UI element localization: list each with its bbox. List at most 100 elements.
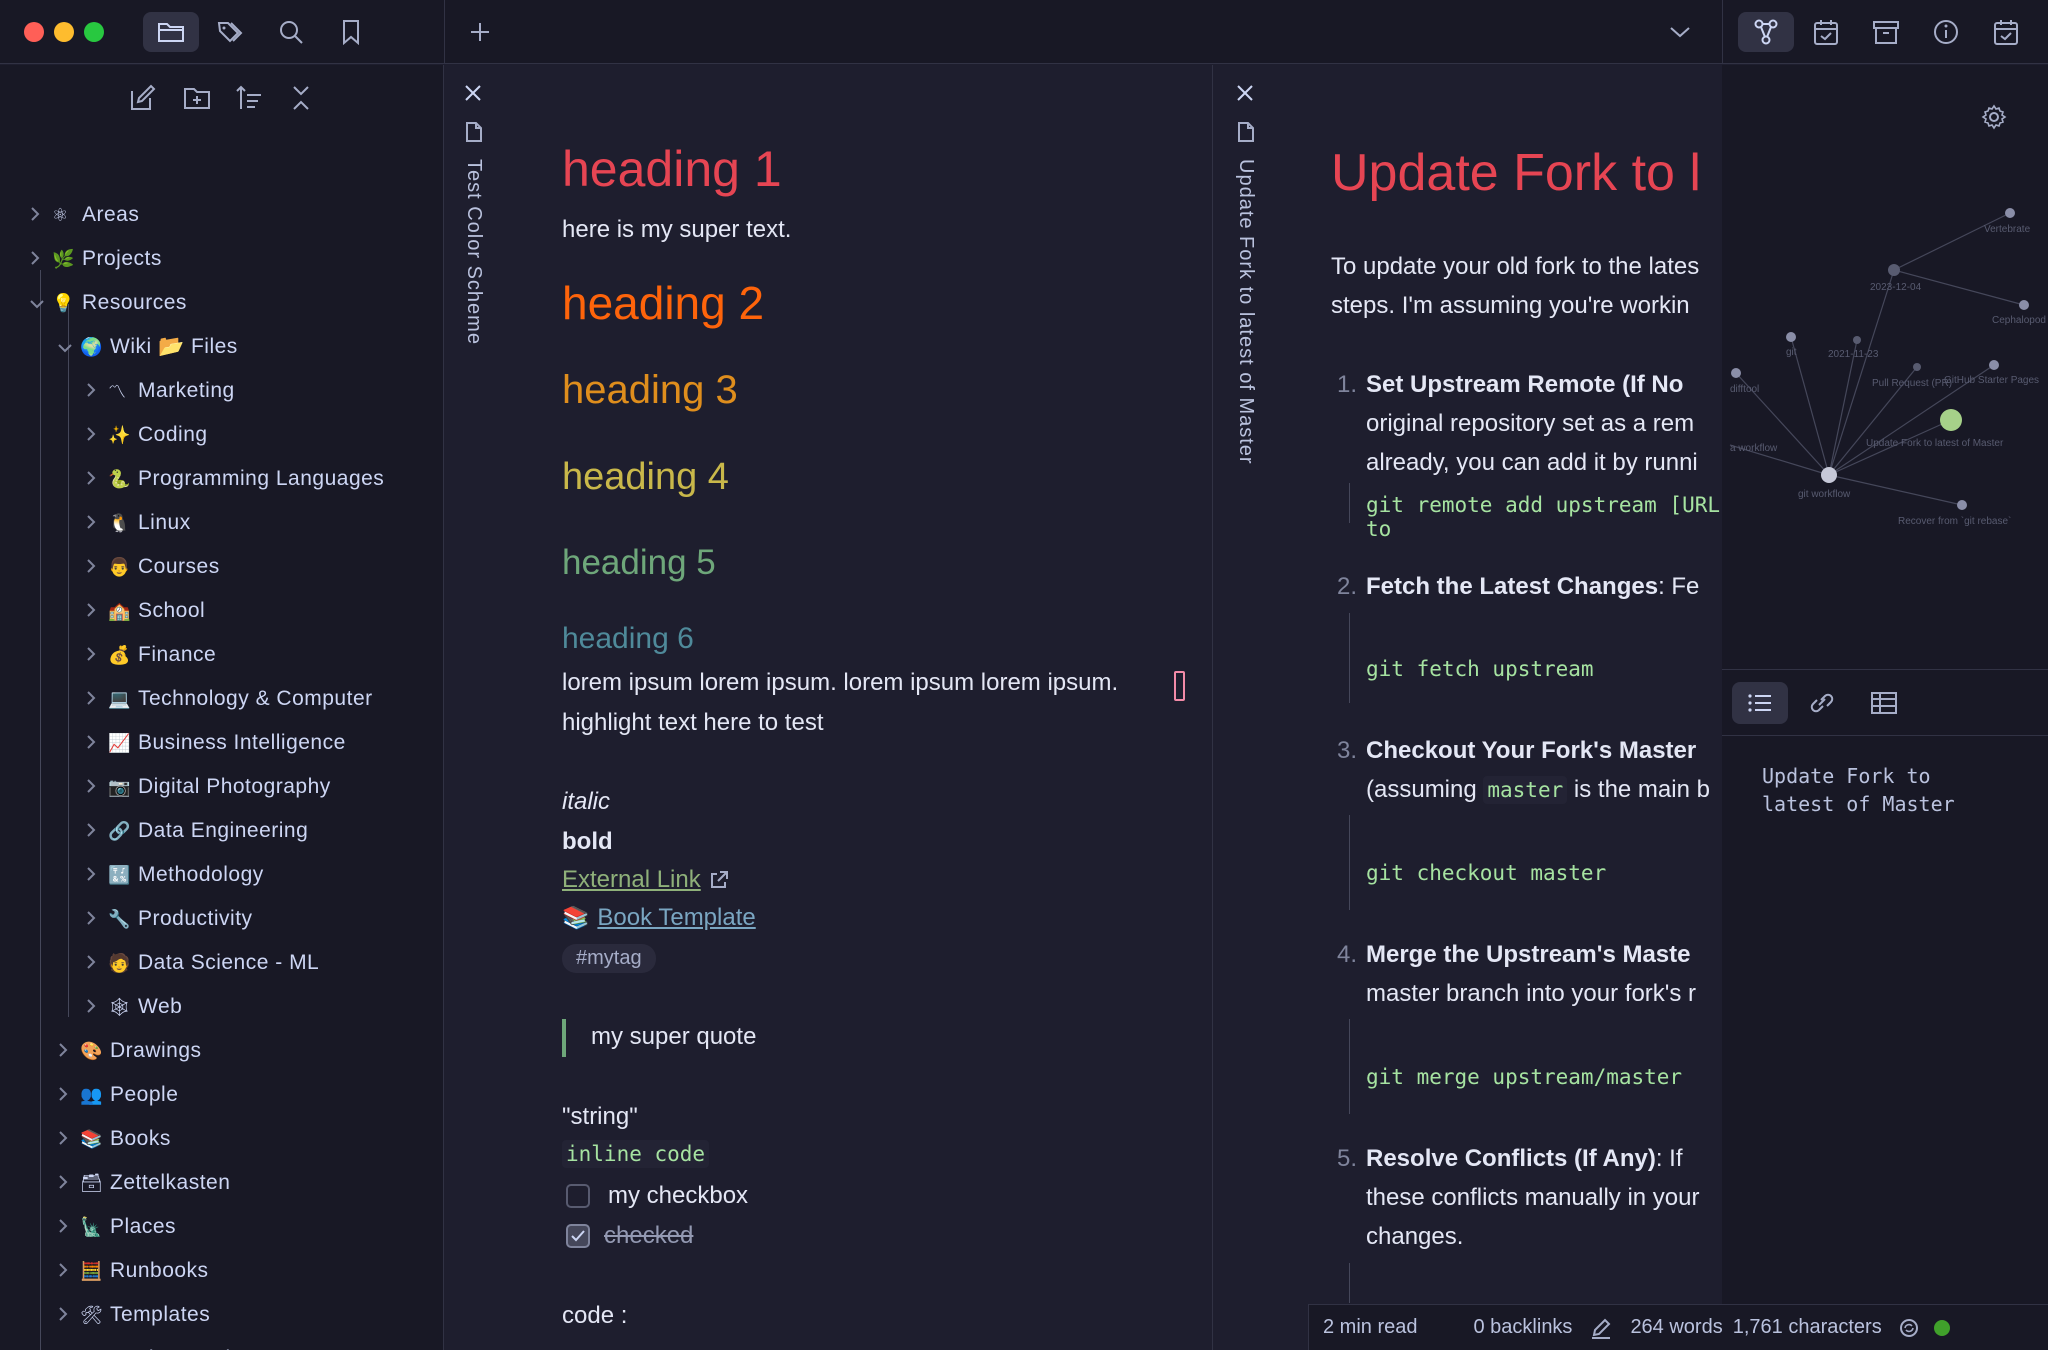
- internal-link-text[interactable]: Book Template: [597, 904, 755, 932]
- chevron-right-icon[interactable]: [86, 599, 108, 623]
- tree-item[interactable]: 🔧 Productivity: [86, 899, 253, 939]
- tree-item[interactable]: 🎨 Drawings: [58, 1031, 202, 1071]
- pencil-icon[interactable]: [1590, 1317, 1612, 1339]
- chevron-right-icon[interactable]: [58, 1127, 80, 1151]
- chevron-down-icon[interactable]: [30, 291, 52, 315]
- close-pane-icon[interactable]: [1235, 83, 1255, 108]
- search-icon[interactable]: [263, 12, 319, 52]
- tree-item[interactable]: 🌿 Projects: [30, 239, 162, 279]
- graph-view[interactable]: Vertebrate 2023-12-04 Cephalopod git 202…: [1722, 65, 2048, 669]
- tree-item[interactable]: 🐧 Linux: [86, 503, 191, 543]
- graph-node[interactable]: [1913, 363, 1921, 371]
- graph-node[interactable]: [1989, 360, 1999, 370]
- tree-item[interactable]: 🌍 Wiki 📂 Files: [58, 327, 238, 367]
- chevron-right-icon[interactable]: [86, 511, 108, 535]
- chevron-right-icon[interactable]: [30, 203, 52, 227]
- graph-node[interactable]: [1786, 332, 1796, 342]
- pane2-vertical-title[interactable]: Update Fork to latest of Master: [1234, 159, 1257, 465]
- tree-item[interactable]: 💻 Technology & Computer: [86, 679, 373, 719]
- new-note-icon[interactable]: [128, 83, 158, 113]
- chevron-right-icon[interactable]: [30, 247, 52, 271]
- chevron-right-icon[interactable]: [86, 687, 108, 711]
- chevron-right-icon[interactable]: [58, 1303, 80, 1327]
- tree-item[interactable]: 👨 Courses: [86, 547, 220, 587]
- tree-item[interactable]: 🛶Kanban Tasks: [58, 1339, 248, 1350]
- chevron-right-icon[interactable]: [86, 951, 108, 975]
- graph-node[interactable]: [2005, 208, 2015, 218]
- tree-item[interactable]: 📷 Digital Photography: [86, 767, 331, 807]
- chevron-right-icon[interactable]: [86, 423, 108, 447]
- graph-canvas[interactable]: Vertebrate 2023-12-04 Cephalopod git 202…: [1722, 65, 2048, 669]
- chevron-right-icon[interactable]: [58, 1039, 80, 1063]
- chevron-right-icon[interactable]: [86, 555, 108, 579]
- tree-item[interactable]: 🕸 Web: [86, 987, 182, 1027]
- outline-icon[interactable]: [1732, 682, 1788, 724]
- chevron-right-icon[interactable]: [86, 995, 108, 1019]
- new-tab-icon[interactable]: [452, 12, 508, 52]
- minimize-window-button[interactable]: [54, 22, 74, 42]
- maximize-window-button[interactable]: [84, 22, 104, 42]
- tag-pill[interactable]: #mytag: [562, 944, 656, 973]
- tree-item[interactable]: 💰 Finance: [86, 635, 216, 675]
- chevron-right-icon[interactable]: [86, 467, 108, 491]
- pane2-editor[interactable]: Update Fork to l To update your old fork…: [1273, 65, 1722, 1350]
- external-link-text[interactable]: External Link: [562, 866, 701, 894]
- tree-item[interactable]: ⚛ Areas: [30, 195, 139, 235]
- tree-item[interactable]: 🐍 Programming Languages: [86, 459, 384, 499]
- calendar-icon[interactable]: [1978, 12, 2034, 52]
- tree-item[interactable]: 💡 Resources: [30, 283, 187, 323]
- chevron-right-icon[interactable]: [86, 731, 108, 755]
- graph-node-active[interactable]: [1940, 409, 1962, 431]
- tree-item[interactable]: 🔗 Data Engineering: [86, 811, 308, 851]
- graph-node[interactable]: [1888, 264, 1900, 276]
- graph-node[interactable]: [2019, 300, 2029, 310]
- tree-item[interactable]: 🏫 School: [86, 591, 205, 631]
- external-link[interactable]: External Link: [562, 866, 729, 894]
- chevron-right-icon[interactable]: [86, 379, 108, 403]
- table-icon[interactable]: [1856, 682, 1912, 724]
- graph-node[interactable]: [1853, 336, 1861, 344]
- tree-item[interactable]: 🛠 Templates: [58, 1295, 210, 1335]
- archive-icon[interactable]: [1858, 12, 1914, 52]
- chevron-right-icon[interactable]: [86, 775, 108, 799]
- info-icon[interactable]: [1918, 12, 1974, 52]
- backlinks-count[interactable]: 0 backlinks: [1474, 1316, 1573, 1339]
- chevron-right-icon[interactable]: [58, 1215, 80, 1239]
- graph-node[interactable]: [1957, 500, 1967, 510]
- tree-item[interactable]: 📚 Books: [58, 1119, 171, 1159]
- tree-item[interactable]: 🧑 Data Science - ML: [86, 943, 319, 983]
- chevron-right-icon[interactable]: [58, 1259, 80, 1283]
- chevron-down-icon[interactable]: [58, 335, 80, 359]
- tags-icon[interactable]: [203, 12, 259, 52]
- chevron-right-icon[interactable]: [86, 819, 108, 843]
- bookmark-icon[interactable]: [323, 12, 379, 52]
- chevron-right-icon[interactable]: [86, 863, 108, 887]
- sync-icon[interactable]: [1898, 1317, 1920, 1339]
- calendar-check-icon[interactable]: [1798, 12, 1854, 52]
- sync-status-dot[interactable]: [1933, 1319, 1950, 1336]
- tree-item[interactable]: 🔣 Methodology: [86, 855, 264, 895]
- chevron-right-icon[interactable]: [86, 643, 108, 667]
- pane1-vertical-title[interactable]: Test Color Scheme: [462, 159, 485, 345]
- tab-list-chevron-icon[interactable]: [1652, 12, 1708, 52]
- tree-item[interactable]: 👥 People: [58, 1075, 178, 1115]
- links-icon[interactable]: [1794, 682, 1850, 724]
- close-window-button[interactable]: [24, 22, 44, 42]
- tree-item[interactable]: 🗽 Places: [58, 1207, 176, 1247]
- sort-icon[interactable]: [234, 83, 264, 113]
- graph-node[interactable]: [1731, 368, 1741, 378]
- tree-item[interactable]: 🧮 Runbooks: [58, 1251, 209, 1291]
- chevron-right-icon[interactable]: [58, 1083, 80, 1107]
- chevron-right-icon[interactable]: [58, 1171, 80, 1195]
- tree-item[interactable]: 〽 Marketing: [86, 371, 235, 411]
- tree-item[interactable]: ✨ Coding: [86, 415, 208, 455]
- new-folder-icon[interactable]: [182, 83, 212, 113]
- internal-link[interactable]: 📚 Book Template: [562, 904, 756, 932]
- outline-heading-item[interactable]: Update Fork to latest of Master: [1762, 762, 1992, 818]
- chevron-right-icon[interactable]: [86, 907, 108, 931]
- tree-item[interactable]: 📈 Business Intelligence: [86, 723, 346, 763]
- graph-view-icon[interactable]: [1738, 12, 1794, 52]
- close-pane-icon[interactable]: [463, 83, 483, 108]
- checkbox-checked[interactable]: [566, 1224, 590, 1248]
- checkbox-unchecked[interactable]: [566, 1184, 590, 1208]
